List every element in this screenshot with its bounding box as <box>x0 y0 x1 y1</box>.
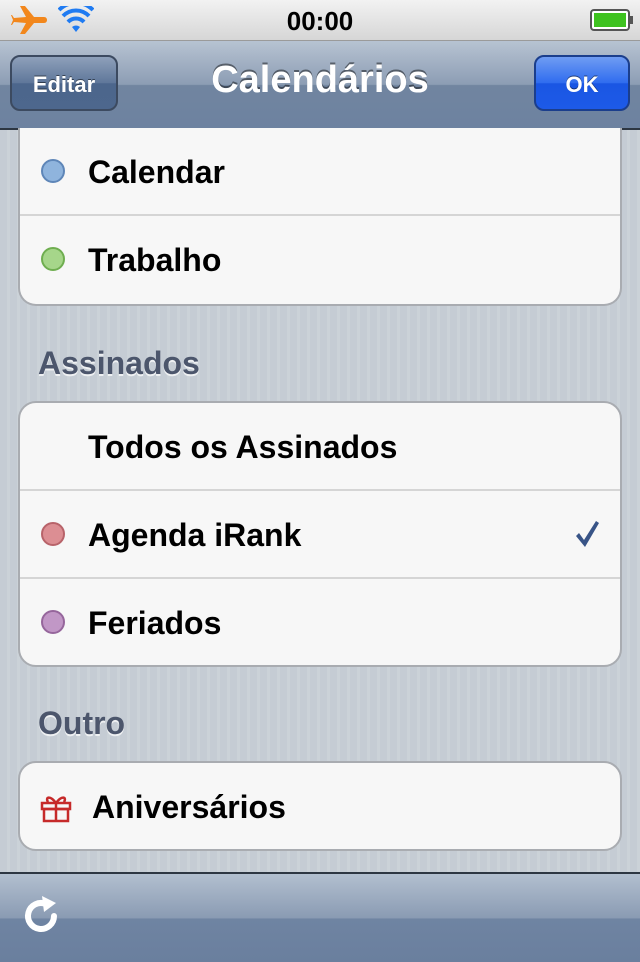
calendar-label: Feriados <box>88 605 222 641</box>
calendar-row-feriados[interactable]: Feriados <box>20 579 620 665</box>
ok-button[interactable]: OK <box>534 55 630 111</box>
refresh-icon[interactable] <box>20 894 64 943</box>
checkmark-icon <box>574 519 600 554</box>
calendar-color-dot <box>41 247 65 271</box>
calendar-row-birthdays[interactable]: Aniversários <box>20 763 620 849</box>
battery-icon <box>590 9 634 36</box>
calendar-label: Agenda iRank <box>88 517 302 553</box>
calendar-color-dot <box>41 610 65 634</box>
local-calendars-group: Calendar Trabalho <box>18 128 622 306</box>
calendar-color-dot <box>41 522 65 546</box>
gift-icon <box>40 793 72 828</box>
calendar-row-agenda-irank[interactable]: Agenda iRank <box>20 491 620 579</box>
calendar-row-all-subscribed[interactable]: Todos os Assinados <box>20 403 620 491</box>
section-header-other: Outro <box>38 705 126 741</box>
bottom-toolbar <box>0 872 640 962</box>
calendar-label: Aniversários <box>92 789 286 825</box>
calendar-row-calendar[interactable]: Calendar <box>20 128 620 216</box>
calendar-row-trabalho[interactable]: Trabalho <box>20 216 620 304</box>
subscribed-calendars-group: Todos os Assinados Agenda iRank Feriados <box>18 401 622 667</box>
other-calendars-group: Aniversários <box>18 761 622 851</box>
calendar-label: Todos os Assinados <box>88 429 398 465</box>
section-header-subscribed: Assinados <box>38 345 200 381</box>
calendar-color-dot <box>41 159 65 183</box>
calendar-label: Trabalho <box>88 242 222 278</box>
status-bar: 00:00 <box>0 0 640 41</box>
calendar-label: Calendar <box>88 154 225 190</box>
status-time: 00:00 <box>286 6 354 36</box>
navigation-bar: Editar Calendários OK <box>0 41 640 130</box>
